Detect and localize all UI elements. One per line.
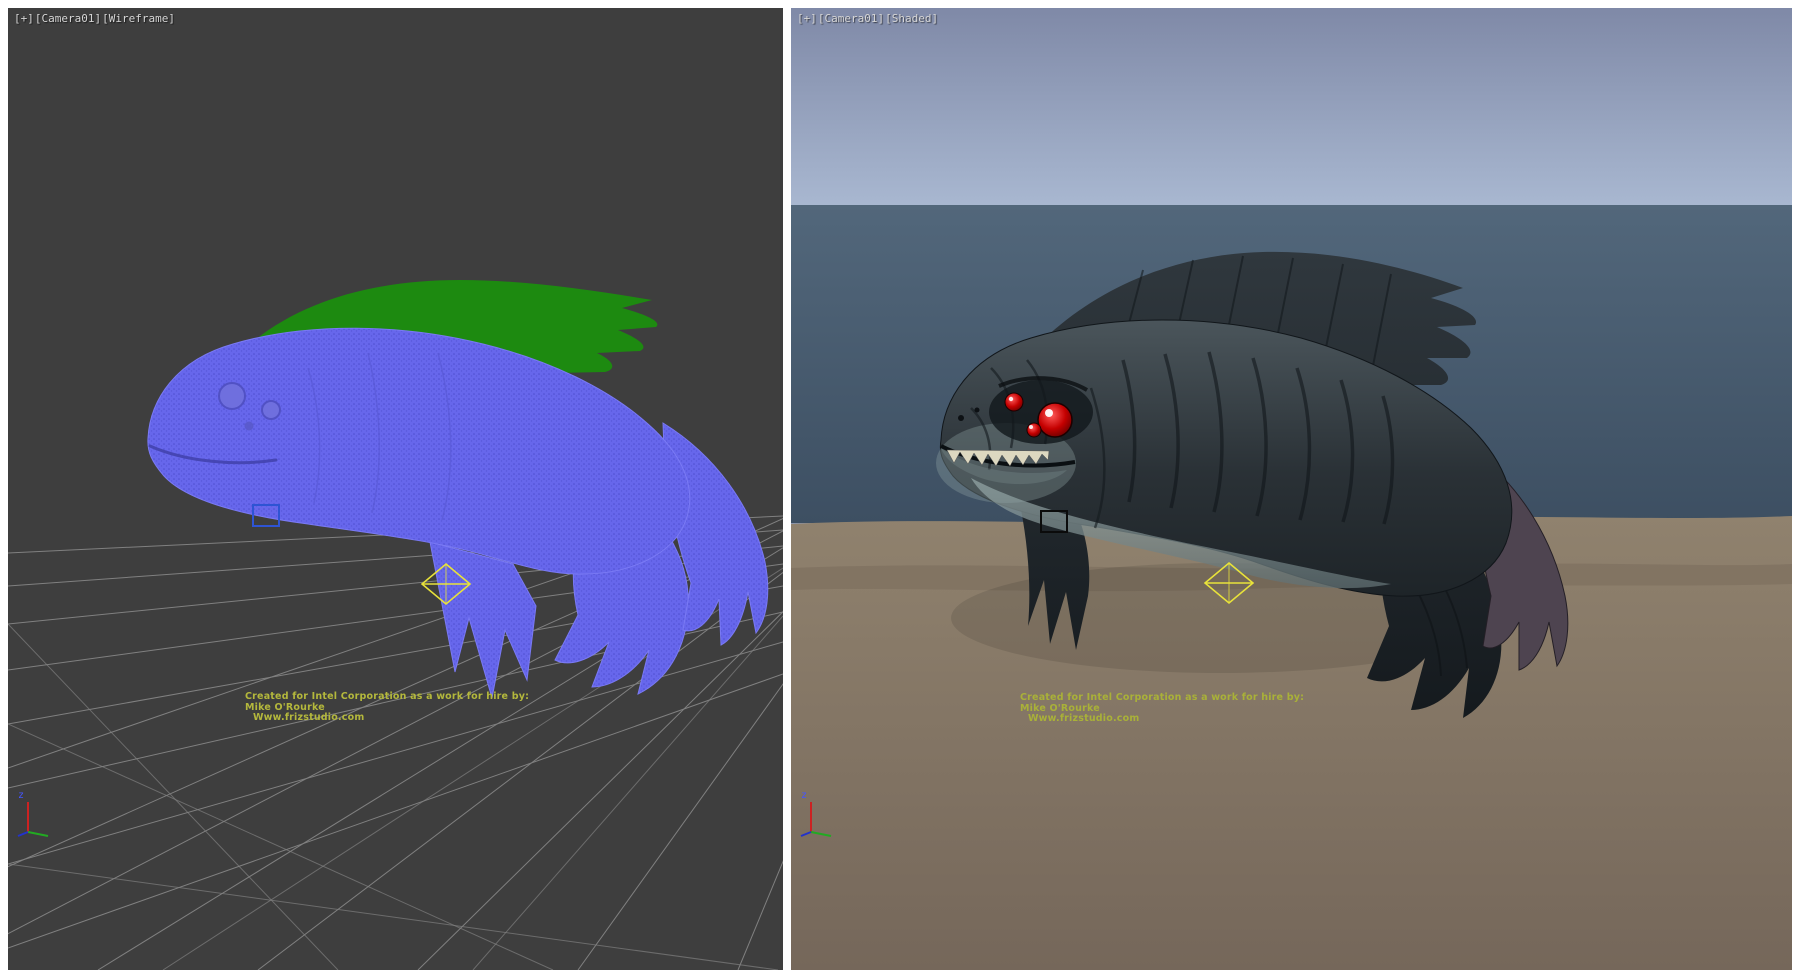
- fish-eye: [219, 383, 245, 409]
- eye-highlight: [1045, 409, 1053, 417]
- watermark-credit: Created for Intel Corporation as a work …: [245, 692, 529, 724]
- red-eye-small: [1027, 423, 1041, 437]
- viewport-camera-label[interactable]: [Camera01]: [818, 12, 884, 25]
- axis-z-label: z: [801, 790, 807, 801]
- fish-eye-small: [262, 401, 280, 419]
- world-axis-gizmo: z: [16, 788, 62, 838]
- viewport-shading-label[interactable]: [Shaded]: [885, 12, 938, 25]
- watermark-line1: Created for Intel Corporation as a work …: [1020, 693, 1304, 704]
- viewport-label-right: [+] [Camera01] [Shaded]: [797, 12, 938, 25]
- nostril: [975, 408, 980, 413]
- nostril: [958, 415, 964, 421]
- watermark-credit: Created for Intel Corporation as a work …: [1020, 693, 1304, 725]
- shaded-scene[interactable]: [791, 8, 1792, 970]
- red-eye-large: [1038, 403, 1072, 437]
- axis-z-label: z: [18, 790, 24, 801]
- viewport-menu-button[interactable]: [+]: [14, 12, 34, 25]
- viewport-wireframe[interactable]: [+] [Camera01] [Wireframe]: [8, 8, 783, 970]
- viewport-camera-label[interactable]: [Camera01]: [35, 12, 101, 25]
- sky: [791, 8, 1792, 208]
- viewport-label-left: [+] [Camera01] [Wireframe]: [14, 12, 175, 25]
- world-axis-gizmo: z: [799, 788, 845, 838]
- eye-highlight: [1009, 397, 1013, 401]
- viewport-splitter[interactable]: [783, 0, 791, 978]
- viewport-shaded[interactable]: [+] [Camera01] [Shaded]: [791, 8, 1792, 970]
- dual-viewport-stage: [+] [Camera01] [Wireframe]: [0, 0, 1800, 978]
- viewport-menu-button[interactable]: [+]: [797, 12, 817, 25]
- watermark-line3: Www.frizstudio.com: [245, 713, 529, 724]
- viewport-shading-label[interactable]: [Wireframe]: [102, 12, 175, 25]
- watermark-line3: Www.frizstudio.com: [1020, 714, 1304, 725]
- red-eye-medium: [1005, 393, 1023, 411]
- watermark-line1: Created for Intel Corporation as a work …: [245, 692, 529, 703]
- eye-highlight: [1029, 425, 1033, 429]
- wireframe-scene[interactable]: [8, 8, 783, 970]
- fish-spot: [245, 422, 254, 431]
